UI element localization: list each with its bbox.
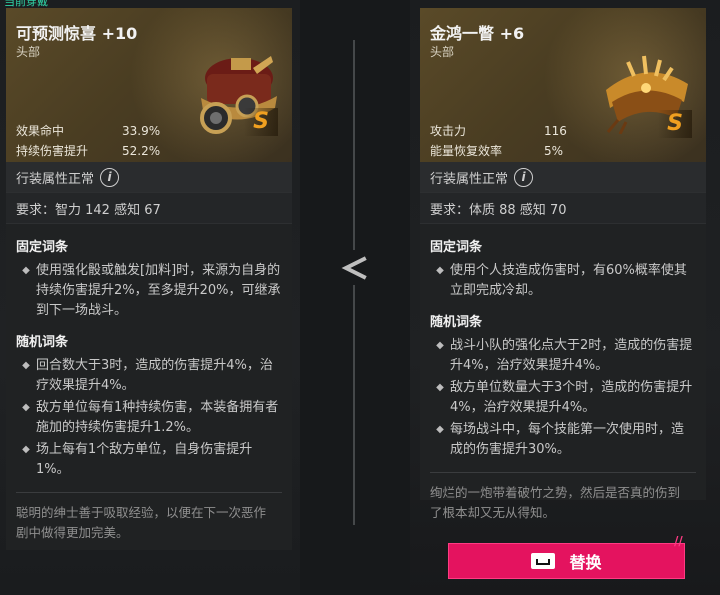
spacebar-key-icon xyxy=(531,553,556,569)
affix-item: ◆ 场上每有1个敌方单位，自身伤害提升1%。 xyxy=(16,440,282,480)
requirement-text: 要求：智力 142 感知 67 xyxy=(16,202,161,218)
item-stats: 攻击力 116 能量恢复效率 5% xyxy=(430,121,567,161)
diamond-bullet-icon: ◆ xyxy=(22,444,30,455)
stat-row: 攻击力 116 xyxy=(430,121,567,141)
stat-value: 116 xyxy=(544,124,567,138)
attribute-status-row: 行装属性正常 i xyxy=(6,162,292,193)
flavor-text: 绚烂的一炮带着破竹之势，然后是否真的伤到了根本却又无从得知。 xyxy=(430,485,681,520)
stat-label: 能量恢复效率 xyxy=(430,144,503,158)
stat-value: 52.2% xyxy=(122,144,161,158)
button-accent-mark: // xyxy=(674,534,683,548)
candidate-item-card: 金鸿一瞥 +6 头部 S 攻击力 116 能量恢复效率 5% 行装属性正常 i … xyxy=(420,8,706,520)
divider xyxy=(16,492,282,493)
diamond-bullet-icon: ◆ xyxy=(22,360,30,371)
attribute-status-row: 行装属性正常 i xyxy=(420,162,706,193)
diamond-bullet-icon: ◆ xyxy=(22,265,30,276)
grade-badge: S xyxy=(244,108,278,136)
affix-item: ◆ 使用个人技造成伤害时，有60%概率使其立即完成冷却。 xyxy=(430,261,696,301)
affix-item: ◆ 回合数大于3时，造成的伤害提升4%，治疗效果提升4%。 xyxy=(16,356,282,396)
random-affix-title: 随机词条 xyxy=(16,335,69,350)
requirement-row: 要求：智力 142 感知 67 xyxy=(6,193,292,224)
item-header: 金鸿一瞥 +6 头部 S 攻击力 116 能量恢复效率 5% xyxy=(420,8,706,162)
requirement-text: 要求：体质 88 感知 70 xyxy=(430,202,567,218)
center-divider xyxy=(353,285,355,525)
diamond-bullet-icon: ◆ xyxy=(436,424,444,435)
fixed-affix-title: 固定词条 xyxy=(430,240,483,255)
info-icon[interactable]: i xyxy=(100,167,120,187)
stat-label: 持续伤害提升 xyxy=(16,144,89,158)
stat-row: 能量恢复效率 5% xyxy=(430,141,567,161)
affix-item: ◆ 敌方单位每有1种持续伤害，本装备拥有者施加的持续伤害提升1.2%。 xyxy=(16,398,282,438)
affix-item: ◆ 使用强化骰或触发[加料]时，来源为自身的持续伤害提升2%，至多提升20%，可继… xyxy=(16,261,282,321)
item-name: 金鸿一瞥 +6 xyxy=(430,24,525,43)
random-affix-title: 随机词条 xyxy=(430,315,483,330)
attribute-status-label: 行装属性正常 xyxy=(430,171,509,187)
center-divider xyxy=(353,40,355,250)
stat-row: 效果命中 33.9% xyxy=(16,121,160,141)
diamond-bullet-icon: ◆ xyxy=(22,402,30,413)
affix-section: 固定词条 ◆ 使用强化骰或触发[加料]时，来源为自身的持续伤害提升2%，至多提升2… xyxy=(6,224,292,543)
item-header: 可预测惊喜 +10 头部 S 效果命中 33.9% 持续伤害提升 52.2% xyxy=(6,8,292,162)
stat-value: 33.9% xyxy=(122,124,161,138)
item-slot: 头部 xyxy=(430,45,455,59)
grade-badge: S xyxy=(658,110,692,138)
stat-label: 效果命中 xyxy=(16,124,65,138)
attribute-status-label: 行装属性正常 xyxy=(16,171,95,187)
compare-arrow-icon xyxy=(341,256,367,280)
flavor-text: 聪明的绅士善于吸取经验，以便在下一次恶作剧中做得更加完美。 xyxy=(16,505,267,540)
item-name: 可预测惊喜 +10 xyxy=(16,24,138,43)
divider xyxy=(430,472,696,473)
item-stats: 效果命中 33.9% 持续伤害提升 52.2% xyxy=(16,121,160,161)
fixed-affix-title: 固定词条 xyxy=(16,240,69,255)
affix-item: ◆ 战斗小队的强化点大于2时，造成的伤害提升4%，治疗效果提升4%。 xyxy=(430,336,696,376)
stat-value: 5% xyxy=(544,144,564,158)
affix-section: 固定词条 ◆ 使用个人技造成伤害时，有60%概率使其立即完成冷却。 随机词条 ◆ 战… xyxy=(420,224,706,523)
affix-item: ◆ 每场战斗中，每个技能第一次使用时，造成的伤害提升30%。 xyxy=(430,420,696,460)
replace-button-label: 替换 xyxy=(569,553,602,572)
equipped-item-card: 可预测惊喜 +10 头部 S 效果命中 33.9% 持续伤害提升 52.2% 行… xyxy=(6,8,292,550)
replace-button[interactable]: 替换 xyxy=(448,543,685,579)
stat-row: 持续伤害提升 52.2% xyxy=(16,141,160,161)
requirement-row: 要求：体质 88 感知 70 xyxy=(420,193,706,224)
diamond-bullet-icon: ◆ xyxy=(436,382,444,393)
diamond-bullet-icon: ◆ xyxy=(436,340,444,351)
stat-label: 攻击力 xyxy=(430,124,467,138)
affix-item: ◆ 敌方单位数量大于3个时，造成的伤害提升4%，治疗效果提升4%。 xyxy=(430,378,696,418)
info-icon[interactable]: i xyxy=(514,167,534,187)
item-slot: 头部 xyxy=(16,45,41,59)
diamond-bullet-icon: ◆ xyxy=(436,265,444,276)
